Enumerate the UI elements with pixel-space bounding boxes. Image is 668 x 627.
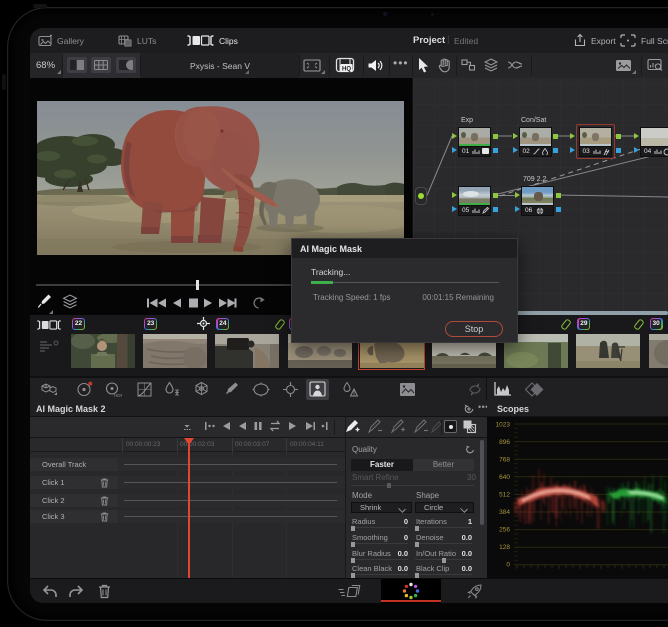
svg-text:896: 896 (499, 439, 510, 446)
svg-text:1023: 1023 (496, 422, 511, 429)
svg-text:256: 256 (499, 527, 510, 534)
svg-text:640: 640 (499, 474, 510, 481)
svg-text:HDR: HDR (114, 393, 122, 398)
svg-text:HQ: HQ (342, 66, 351, 72)
svg-text:512: 512 (499, 492, 510, 499)
svg-text:768: 768 (499, 457, 510, 464)
svg-text:128: 128 (499, 544, 510, 551)
svg-text:384: 384 (499, 509, 510, 516)
svg-text:0: 0 (506, 562, 510, 569)
